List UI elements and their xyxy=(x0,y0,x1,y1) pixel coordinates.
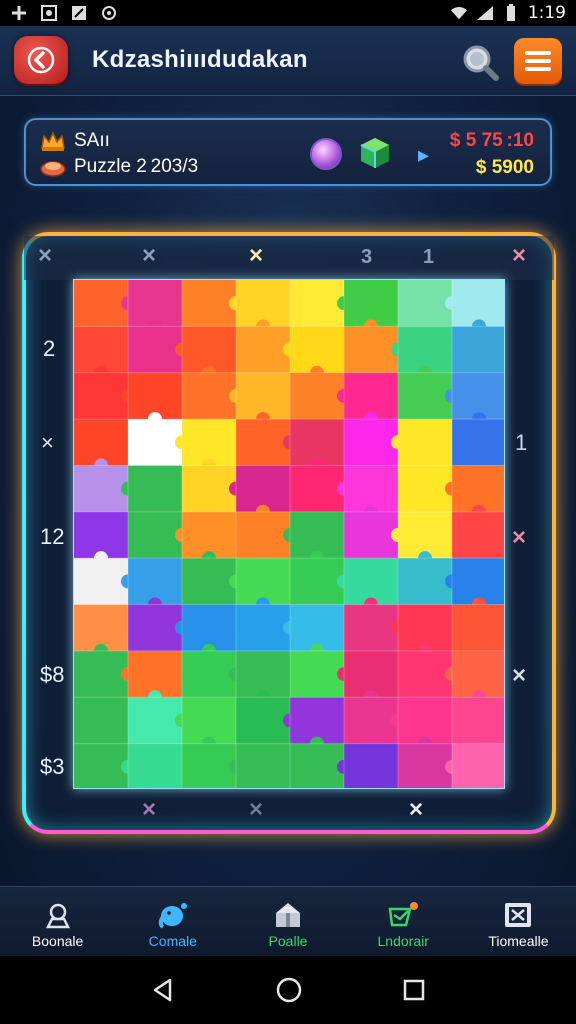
row-mark-right[interactable]: × xyxy=(512,524,526,552)
hamburger-menu-icon xyxy=(525,51,551,71)
top-mark[interactable]: × xyxy=(512,242,526,270)
row-label: $8 xyxy=(40,662,65,687)
nav-item-lndorair[interactable]: Lndorair xyxy=(346,887,461,956)
puzzle-box-icon xyxy=(40,161,66,177)
crown-icon xyxy=(41,131,65,151)
row-label: × xyxy=(41,430,54,455)
signal-icon xyxy=(476,4,494,22)
recents-square-icon[interactable] xyxy=(402,978,426,1002)
back-triangle-icon[interactable] xyxy=(150,977,176,1003)
gift-icon xyxy=(276,903,300,927)
circle-notification-icon xyxy=(100,4,118,22)
bottom-mark[interactable]: × xyxy=(409,796,423,824)
trophy-icon xyxy=(388,902,419,927)
menu-button[interactable] xyxy=(514,38,562,84)
row-label: 2 xyxy=(43,336,56,361)
coins-stat: $ 5 75 :10 xyxy=(449,130,534,151)
nav-item-poalle[interactable]: Poalle xyxy=(230,887,345,956)
gold-stat: $ 5900 xyxy=(475,157,534,178)
top-mark: 1 xyxy=(423,246,435,268)
bottom-mark[interactable]: × xyxy=(249,796,263,824)
info-panel: SAıı Puzzle 2 203/3 ▸ $ 5 75 :10 $ 5900 xyxy=(24,118,552,186)
bottom-navigation: Boonale Comale Poalle Lndorair Tiomealle xyxy=(0,886,576,956)
play-arrow-icon[interactable]: ▸ xyxy=(418,142,429,168)
nav-label: Tiomealle xyxy=(488,933,549,949)
row-mark-right[interactable]: × xyxy=(512,662,526,690)
home-icon xyxy=(45,903,70,929)
puzzle-label: Puzzle 2 203/3 xyxy=(74,156,199,177)
nav-item-comale[interactable]: Comale xyxy=(115,887,230,956)
top-mark: 3 xyxy=(361,246,373,268)
box-icon xyxy=(505,903,532,927)
nav-label: Lndorair xyxy=(377,933,429,949)
back-arrow-icon xyxy=(27,46,55,74)
app-header: Kdzashiıııdudakan xyxy=(0,26,576,96)
row-label: 12 xyxy=(40,524,65,549)
board-top-strip xyxy=(24,236,554,280)
bottom-mark[interactable]: × xyxy=(142,796,156,824)
nav-label: Boonale xyxy=(31,933,84,949)
row-label-right: 1 xyxy=(515,430,528,455)
row-label: $3 xyxy=(40,754,65,779)
jigsaw-puzzle-grid[interactable] xyxy=(73,279,505,789)
image-notification-icon xyxy=(40,4,58,22)
top-mark[interactable]: × xyxy=(142,242,156,270)
hint-cube-icon[interactable] xyxy=(358,136,392,175)
status-bar: 1:19 xyxy=(0,0,576,26)
clock: 1:19 xyxy=(527,3,566,23)
system-navigation-bar xyxy=(0,956,576,1024)
cross-notification-icon xyxy=(10,4,28,22)
wifi-icon xyxy=(450,4,468,22)
page-title: Kdzashiıııdudakan xyxy=(92,46,308,73)
nav-label: Comale xyxy=(148,933,197,949)
nav-item-tiomealle[interactable]: Tiomealle xyxy=(461,887,576,956)
home-circle-icon[interactable] xyxy=(275,976,303,1004)
top-mark[interactable]: × xyxy=(249,242,263,270)
player-name: SAıı xyxy=(74,130,110,151)
elephant-icon xyxy=(158,903,187,929)
glow-overlay xyxy=(74,280,504,788)
search-button[interactable] xyxy=(458,40,502,84)
nav-label: Poalle xyxy=(268,933,308,949)
battery-icon xyxy=(502,4,520,22)
back-button[interactable] xyxy=(14,36,68,84)
magic-orb-icon[interactable] xyxy=(310,138,342,170)
search-icon xyxy=(463,45,499,81)
nav-item-boonale[interactable]: Boonale xyxy=(0,887,115,956)
top-mark[interactable]: × xyxy=(38,242,52,270)
edit-notification-icon xyxy=(70,4,88,22)
